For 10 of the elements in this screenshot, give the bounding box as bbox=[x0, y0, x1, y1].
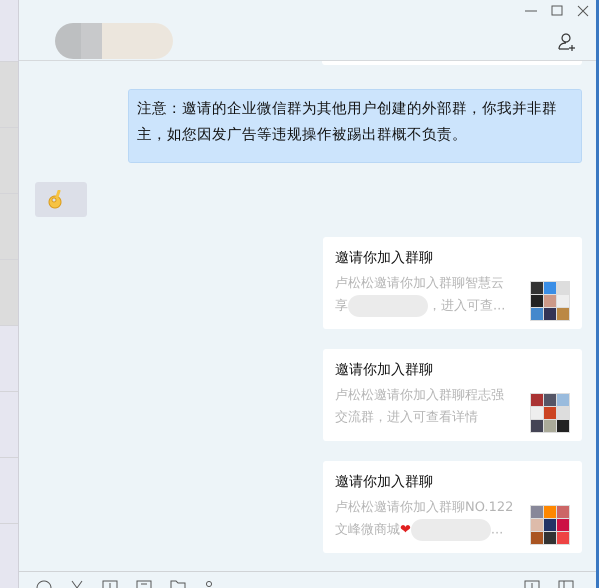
card-title: 邀请你加入群聊 bbox=[335, 361, 434, 380]
card-description: 卢松松邀请你加入群聊NO.122 文峰微商城❤ ... bbox=[335, 497, 515, 545]
card-description: 卢松松邀请你加入群聊程志强交流群，进入可查看详情 bbox=[335, 387, 505, 427]
card-title: 邀请你加入群聊 bbox=[335, 473, 434, 492]
message-bubble: 注意：邀请的企业微信群为其他用户创建的外部群，你我并非群主，如您因发广告等违规操作被踢出群概不负责。 bbox=[128, 89, 582, 163]
card-title: 邀请你加入群聊 bbox=[335, 249, 434, 268]
invite-card[interactable]: 邀请你加入群聊 卢松松邀请你加入群聊智慧云享 ，进入可查... bbox=[323, 237, 582, 329]
card-description: 卢松松邀请你加入群聊智慧云享 ，进入可查... bbox=[335, 273, 515, 321]
invite-card[interactable]: 邀请你加入群聊 卢松松邀请你加入群聊NO.122 文峰微商城❤ ... bbox=[323, 461, 582, 553]
invite-card[interactable]: 邀请你加入群聊 卢松松邀请你加入群聊程志强交流群，进入可查看详情 bbox=[323, 349, 582, 441]
